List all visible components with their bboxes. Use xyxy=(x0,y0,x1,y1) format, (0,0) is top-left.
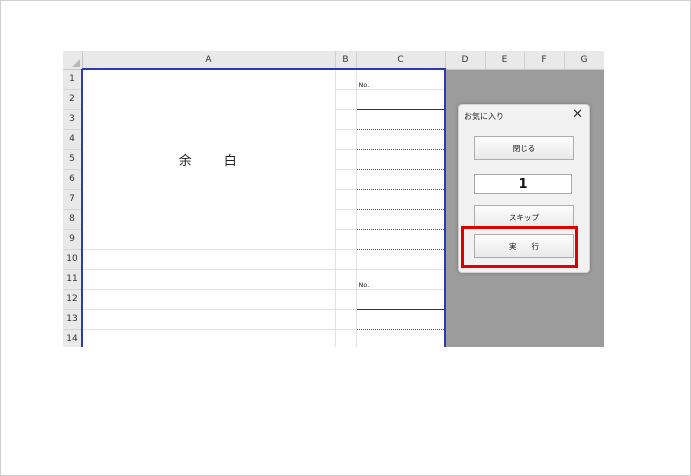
column-header-f[interactable]: F xyxy=(524,51,565,70)
no-label-text: No. xyxy=(358,80,388,88)
close-icon[interactable]: ✕ xyxy=(572,107,583,122)
cell[interactable] xyxy=(356,89,446,110)
row-header-8[interactable]: 8 xyxy=(63,209,83,230)
cell[interactable] xyxy=(335,109,357,130)
cell[interactable] xyxy=(335,269,357,290)
cell[interactable] xyxy=(335,209,357,230)
cell[interactable] xyxy=(356,249,446,270)
merged-cell-a1[interactable]: 余 白 xyxy=(81,68,336,250)
cell[interactable] xyxy=(81,329,336,347)
cell[interactable] xyxy=(356,169,446,190)
row-header-1[interactable]: 1 xyxy=(63,69,83,90)
cell[interactable] xyxy=(335,289,357,310)
cell[interactable] xyxy=(335,68,357,90)
cell[interactable] xyxy=(81,309,336,330)
close-button[interactable]: 閉じる xyxy=(474,136,574,160)
cell[interactable] xyxy=(335,89,357,110)
cell[interactable] xyxy=(356,309,446,330)
cell-no-label[interactable]: No. xyxy=(356,269,446,290)
cell[interactable] xyxy=(356,189,446,210)
row-header-10[interactable]: 10 xyxy=(63,249,83,270)
cell[interactable] xyxy=(335,309,357,330)
row-header-14[interactable]: 14 xyxy=(63,329,83,347)
row-header-5[interactable]: 5 xyxy=(63,149,83,170)
cell[interactable] xyxy=(335,329,357,347)
row-header-3[interactable]: 3 xyxy=(63,109,83,130)
row-header-9[interactable]: 9 xyxy=(63,229,83,250)
column-header-e[interactable]: E xyxy=(485,51,525,70)
cell[interactable] xyxy=(356,149,446,170)
cell[interactable] xyxy=(356,129,446,150)
cell[interactable] xyxy=(356,289,446,310)
column-header-d[interactable]: D xyxy=(445,51,486,70)
cell[interactable] xyxy=(335,169,357,190)
cell[interactable] xyxy=(81,289,336,310)
row-header-12[interactable]: 12 xyxy=(63,289,83,310)
highlight-box xyxy=(461,226,578,268)
row-header-6[interactable]: 6 xyxy=(63,169,83,190)
cell[interactable] xyxy=(356,209,446,230)
cell[interactable] xyxy=(335,229,357,250)
cell[interactable] xyxy=(356,229,446,250)
row-header-13[interactable]: 13 xyxy=(63,309,83,330)
row-header-2[interactable]: 2 xyxy=(63,89,83,110)
row-header-4[interactable]: 4 xyxy=(63,129,83,150)
row-header-7[interactable]: 7 xyxy=(63,189,83,210)
cell[interactable] xyxy=(81,249,336,270)
cell[interactable] xyxy=(335,149,357,170)
cell[interactable] xyxy=(356,329,446,347)
select-all-corner[interactable] xyxy=(63,51,83,70)
row-header-11[interactable]: 11 xyxy=(63,269,83,290)
column-header-b[interactable]: B xyxy=(335,51,357,70)
cell-no-label[interactable]: No. xyxy=(356,68,446,90)
no-label-text: No. xyxy=(358,280,388,288)
cell[interactable] xyxy=(335,129,357,150)
cell[interactable] xyxy=(356,109,446,130)
cell[interactable] xyxy=(81,269,336,290)
column-header-c[interactable]: C xyxy=(356,51,446,70)
dialog-title: お気に入り xyxy=(464,112,504,121)
number-field[interactable]: 1 xyxy=(474,174,572,194)
cell[interactable] xyxy=(335,249,357,270)
column-header-g[interactable]: G xyxy=(564,51,604,70)
column-header-a[interactable]: A xyxy=(82,51,336,70)
cell[interactable] xyxy=(335,189,357,210)
